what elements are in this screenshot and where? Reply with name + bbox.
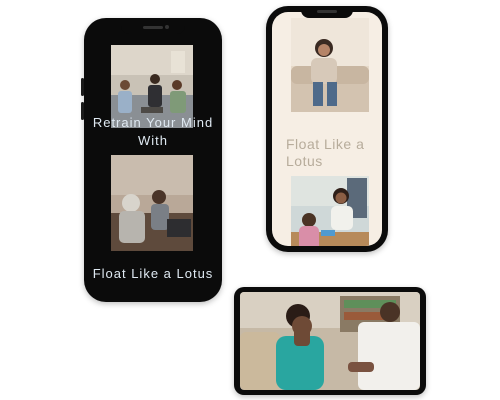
device-mockup-showcase: Retrain Your Mind With Float Like a Lotu… — [0, 0, 500, 400]
caption-retrain-your-mind: Retrain Your Mind With — [92, 115, 214, 148]
tablet-mockup — [234, 287, 426, 395]
phone-notch — [121, 22, 185, 34]
phone-screen: Float Like a Lotus — [272, 12, 382, 246]
caption-float-like-a-lotus-left: Float Like a Lotus — [92, 266, 214, 281]
caption-float-like-a-lotus-right: Float Like a Lotus — [286, 136, 365, 169]
child-therapy-photo — [291, 176, 369, 246]
distressed-client-photo — [240, 292, 420, 390]
woman-sitting-on-sofa-photo — [291, 18, 369, 112]
counseling-session-photo — [111, 155, 193, 251]
phone-mockup-right: Float Like a Lotus — [266, 6, 388, 252]
phone-side-button — [81, 78, 84, 96]
phone-mockup-left: Retrain Your Mind With Float Like a Lotu… — [81, 18, 222, 302]
phone-notch — [301, 6, 353, 18]
